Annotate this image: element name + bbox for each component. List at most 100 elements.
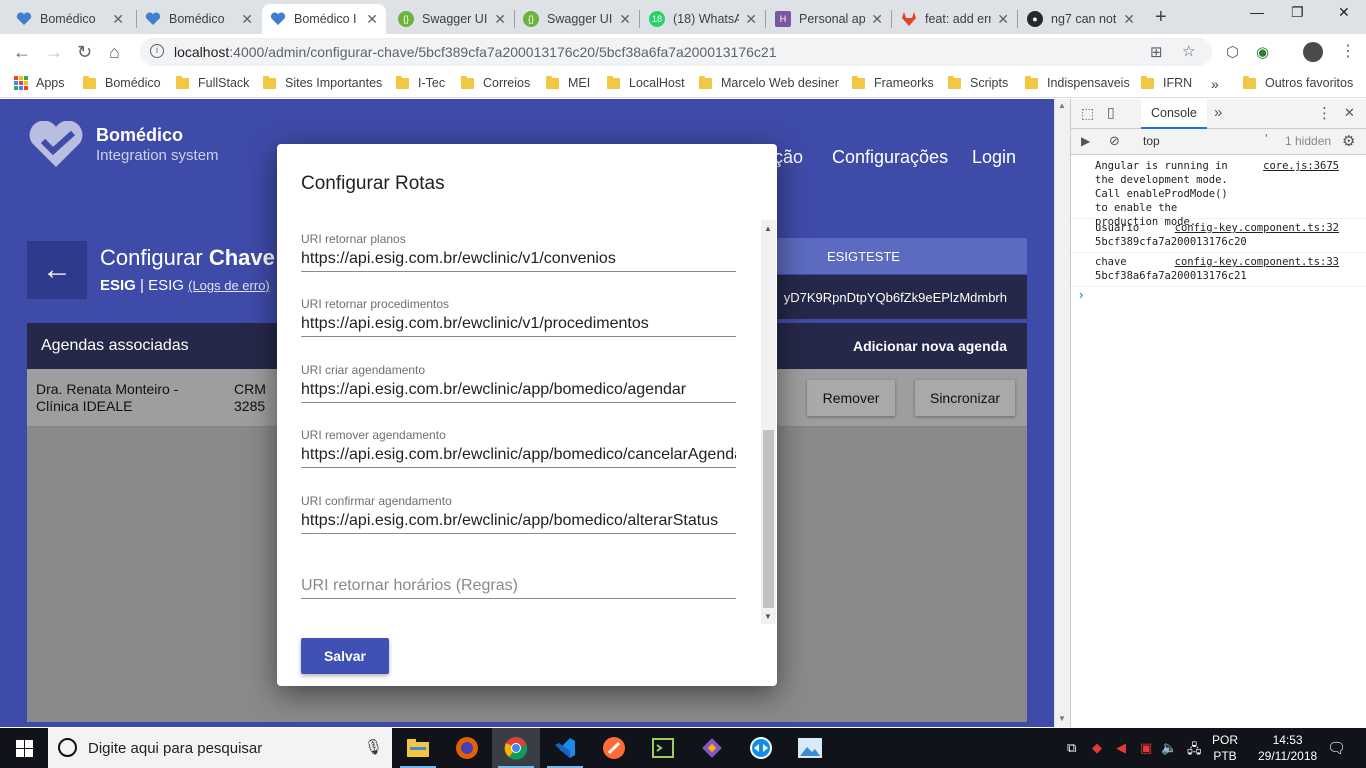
uri-confirmar-field[interactable]: URI confirmar agendamento https://api.es… [301,494,736,534]
uri-planos-input[interactable]: https://api.esig.com.br/ewclinic/v1/conv… [301,248,736,272]
network-icon[interactable]: 🖧 [1187,740,1202,762]
inspect-element-icon[interactable]: ⬚ [1081,105,1094,122]
save-button[interactable]: Salvar [301,638,389,674]
browser-tab[interactable]: H Personal ap ✕ [767,4,891,34]
reload-icon[interactable]: ↻ [77,42,92,63]
tray-alert-icon[interactable]: ◀ [1116,740,1126,756]
browser-tab[interactable]: Bomédico ✕ [8,4,132,34]
device-toolbar-icon[interactable]: ▯ [1107,104,1115,121]
git-client-icon[interactable] [688,728,736,768]
source-link[interactable]: config-key.component.ts:32 [1175,221,1339,235]
language-indicator[interactable]: POR PTB [1212,732,1238,764]
uri-horarios-input[interactable]: URI retornar horários (Regras) [301,575,736,599]
profile-avatar[interactable] [1303,42,1323,62]
bookmark-folder[interactable]: Sites Importantes [263,75,382,90]
forward-icon[interactable]: → [45,42,63,63]
bookmark-folder[interactable]: Scripts [948,75,1008,90]
close-tab-icon[interactable]: ✕ [1123,11,1135,28]
site-info-icon[interactable]: i [150,44,164,58]
uri-remover-field[interactable]: URI remover agendamento https://api.esig… [301,428,736,468]
close-window-icon[interactable]: ✕ [1338,4,1350,21]
bookmark-other-favorites[interactable]: Outros favoritos [1243,75,1353,90]
close-tab-icon[interactable]: ✕ [997,11,1009,28]
extension-icon[interactable]: ⬡ [1226,43,1239,61]
vscode-icon[interactable] [541,728,589,768]
browser-tab[interactable]: {} Swagger UI ✕ [515,4,639,34]
translate-icon[interactable]: ⊞ [1150,43,1163,61]
bookmark-star-icon[interactable]: ☆ [1182,42,1195,60]
uri-procedimentos-field[interactable]: URI retornar procedimentos https://api.e… [301,297,736,337]
bookmark-folder[interactable]: Marcelo Web desiner [699,75,839,90]
close-tab-icon[interactable]: ✕ [494,11,506,28]
source-link[interactable]: core.js:3675 [1263,159,1339,173]
browser-tab[interactable]: 18 (18) WhatsA ✕ [641,4,765,34]
browser-tab-active[interactable]: Bomédico I ✕ [262,4,386,34]
uri-planos-field[interactable]: URI retornar planos https://api.esig.com… [301,232,736,272]
bookmark-folder[interactable]: MEI [546,75,590,90]
bookmark-folder[interactable]: Bomédico [83,75,161,90]
notifications-icon[interactable]: 🗨 [1327,739,1346,757]
microphone-icon[interactable]: 🎙 [364,738,383,756]
close-tab-icon[interactable]: ✕ [241,11,253,28]
clear-console-icon[interactable]: ⊘ [1109,133,1120,149]
browser-tab[interactable]: Bomédico ✕ [137,4,261,34]
home-icon[interactable]: ⌂ [109,42,120,63]
start-button[interactable] [0,728,48,768]
firefox-icon[interactable] [443,728,491,768]
scroll-up-icon[interactable]: ▲ [1058,101,1066,110]
terminal-icon[interactable] [639,728,687,768]
menu-kebab-icon[interactable]: ⋮ [1340,41,1356,61]
address-bar[interactable]: i localhost:4000/admin/configurar-chave/… [140,38,1212,66]
tray-network-app-icon[interactable]: ⧉ [1067,740,1076,756]
postman-icon[interactable] [590,728,638,768]
tray-app-icon[interactable]: ◆ [1092,740,1102,756]
uri-horarios-field[interactable]: URI retornar horários (Regras) [301,575,736,599]
bookmark-folder[interactable]: Frameorks [852,75,934,90]
bookmark-apps[interactable]: Apps [14,76,65,90]
bookmark-folder[interactable]: IFRN [1141,75,1192,90]
volume-icon[interactable]: 🔈 [1161,740,1177,756]
context-dropdown-icon[interactable]: ʼ [1265,132,1268,146]
minimize-icon[interactable]: — [1250,4,1264,20]
bookmark-folder[interactable]: FullStack [176,75,249,90]
scrollbar-thumb[interactable] [763,430,774,608]
bookmark-folder[interactable]: Correios [461,75,530,90]
console-prompt[interactable]: › [1079,287,1083,302]
browser-tab[interactable]: {} Swagger UI ✕ [390,4,514,34]
uri-criar-input[interactable]: https://api.esig.com.br/ewclinic/app/bom… [301,379,736,403]
console-settings-icon[interactable]: ⚙ [1342,132,1355,150]
close-tab-icon[interactable]: ✕ [745,11,757,28]
bookmark-folder[interactable]: LocalHost [607,75,685,90]
uri-criar-field[interactable]: URI criar agendamento https://api.esig.c… [301,363,736,403]
close-tab-icon[interactable]: ✕ [871,11,883,28]
taskbar-search[interactable]: Digite aqui para pesquisar 🎙 [48,728,392,768]
browser-tab[interactable]: feat: add err ✕ [893,4,1017,34]
image-viewer-icon[interactable] [786,728,834,768]
dialog-scrollbar[interactable]: ▲ ▼ [761,220,776,624]
scroll-up-icon[interactable]: ▲ [764,224,772,233]
scroll-down-icon[interactable]: ▼ [764,612,772,621]
devtools-menu-icon[interactable]: ⋮ [1317,104,1332,122]
taskbar-clock[interactable]: 14:53 29/11/2018 [1258,732,1317,764]
close-tab-icon[interactable]: ✕ [619,11,631,28]
back-icon[interactable]: ← [13,42,31,63]
close-devtools-icon[interactable]: ✕ [1344,105,1355,121]
restore-icon[interactable]: ❐ [1291,4,1304,21]
bookmark-folder[interactable]: Indispensaveis [1025,75,1130,90]
browser-tab[interactable]: ● ng7 can not ✕ [1019,4,1143,34]
file-explorer-icon[interactable] [394,728,442,768]
uri-confirmar-input[interactable]: https://api.esig.com.br/ewclinic/app/bom… [301,510,736,534]
page-scrollbar[interactable]: ▲ ▼ [1054,99,1070,727]
more-tabs-icon[interactable]: » [1214,104,1222,121]
scroll-down-icon[interactable]: ▼ [1058,714,1066,723]
close-tab-icon[interactable]: ✕ [366,11,378,28]
teamviewer-icon[interactable] [737,728,785,768]
close-tab-icon[interactable]: ✕ [112,11,124,28]
tab-console[interactable]: Console [1141,99,1207,129]
bookmarks-overflow[interactable]: » [1211,76,1219,92]
source-link[interactable]: config-key.component.ts:33 [1175,255,1339,269]
new-tab-icon[interactable]: + [1155,6,1167,29]
tray-antivirus-icon[interactable]: ▣ [1140,740,1152,756]
chrome-icon[interactable] [492,728,540,768]
sidebar-toggle-icon[interactable]: ▶ [1081,134,1090,148]
